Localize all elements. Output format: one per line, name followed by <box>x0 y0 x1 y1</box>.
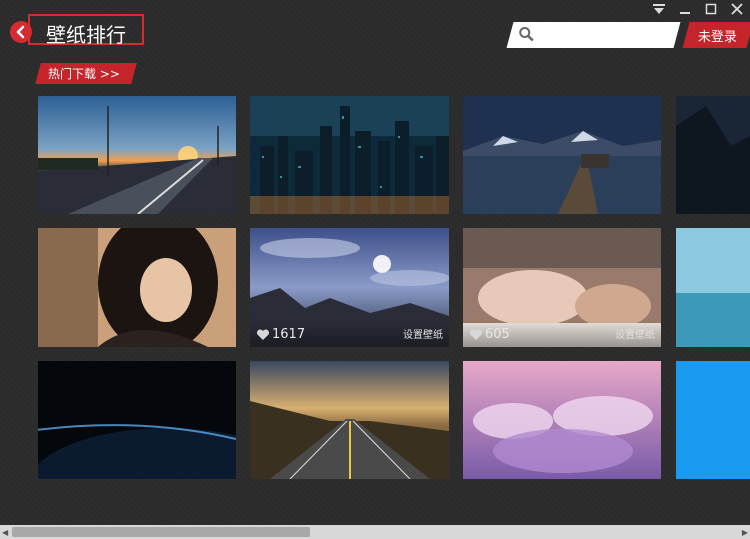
search-icon <box>518 26 534 42</box>
wallpaper-tile-city-night[interactable] <box>250 96 449 214</box>
window-controls <box>652 2 744 16</box>
hot-downloads-tab[interactable]: 热门下载 >> <box>35 63 137 84</box>
page-title-box: 壁纸排行 <box>28 14 144 45</box>
wallpaper-tile-lake-pier[interactable] <box>463 96 661 214</box>
wallpaper-tile-clouds[interactable] <box>463 361 661 479</box>
search-box[interactable] <box>507 22 681 48</box>
heart-icon[interactable] <box>469 329 483 341</box>
wallpaper-tile-earth-space[interactable] <box>38 361 236 479</box>
earth-space-image <box>38 361 236 479</box>
highway-sunset-image <box>38 96 236 214</box>
scroll-left-icon[interactable]: ◀ <box>2 528 8 537</box>
girl-portrait-image <box>38 228 236 347</box>
wallpaper-tile-road-sunset[interactable] <box>250 361 449 479</box>
set-wallpaper-link[interactable]: 设置壁纸 <box>615 326 655 341</box>
like-count: 605 <box>485 327 510 342</box>
scrollbar-thumb[interactable] <box>12 527 310 537</box>
heart-icon[interactable] <box>256 329 270 341</box>
hot-downloads-label: 热门下载 >> <box>48 65 120 82</box>
wallpaper-tile-sea[interactable] <box>676 228 750 347</box>
wallpaper-tile-blue-ad[interactable] <box>676 361 750 479</box>
search-input[interactable] <box>540 25 672 47</box>
wallpaper-tile-sleeping[interactable]: 605 设置壁纸 <box>463 228 661 347</box>
close-icon[interactable] <box>730 2 744 16</box>
road-sunset-image <box>250 361 449 479</box>
blue-promo-image <box>676 361 750 479</box>
scroll-right-icon[interactable]: ▶ <box>742 528 748 537</box>
login-label: 未登录 <box>698 26 737 45</box>
sea-image <box>676 228 750 347</box>
dark-rock-image <box>676 96 750 214</box>
maximize-icon[interactable] <box>704 2 718 16</box>
set-wallpaper-link[interactable]: 设置壁纸 <box>403 326 443 341</box>
lake-pier-image <box>463 96 661 214</box>
wallpaper-tile-girl-portrait[interactable] <box>38 228 236 347</box>
like-count: 1617 <box>272 327 305 342</box>
purple-clouds-image <box>463 361 661 479</box>
city-night-image <box>250 96 449 214</box>
login-button[interactable]: 未登录 <box>683 22 750 48</box>
horizontal-scrollbar[interactable]: ◀ ▶ <box>0 525 750 539</box>
wallpaper-tile-dark-rock[interactable] <box>676 96 750 214</box>
dropdown-menu-icon[interactable] <box>652 2 666 16</box>
page-title: 壁纸排行 <box>46 19 126 48</box>
wallpaper-tile-highway-sunset[interactable] <box>38 96 236 214</box>
minimize-icon[interactable] <box>678 2 692 16</box>
wallpaper-tile-mountain-sky[interactable]: 1617 设置壁纸 <box>250 228 449 347</box>
